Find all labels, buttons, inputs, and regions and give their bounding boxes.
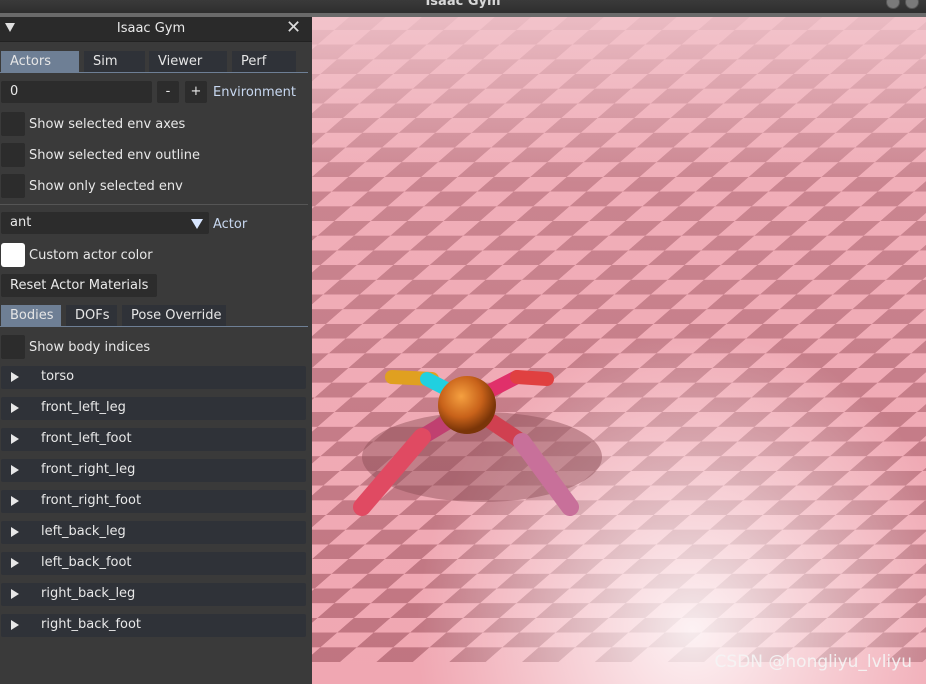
- chevron-down-icon[interactable]: [191, 219, 203, 229]
- tree-item-front-right-leg[interactable]: front_right_leg: [1, 459, 306, 482]
- tree-item-left-back-foot[interactable]: left_back_foot: [1, 552, 306, 575]
- expand-arrow-icon[interactable]: [11, 434, 19, 444]
- tree-item-label: right_back_foot: [41, 617, 142, 632]
- tree-item-torso[interactable]: torso: [1, 366, 306, 389]
- show-body-indices-checkbox[interactable]: [1, 335, 25, 359]
- watermark: CSDN @hongliyu_lvliyu: [714, 652, 912, 672]
- show-only-env-checkbox[interactable]: [1, 174, 25, 198]
- panel-header: Isaac Gym ✕: [0, 17, 312, 42]
- tab-sim[interactable]: Sim: [84, 51, 145, 72]
- expand-arrow-icon[interactable]: [11, 496, 19, 506]
- tree-item-right-back-leg[interactable]: right_back_leg: [1, 583, 306, 606]
- tab-perf[interactable]: Perf: [232, 51, 296, 72]
- expand-arrow-icon[interactable]: [11, 403, 19, 413]
- tab-pose-override[interactable]: Pose Override: [122, 305, 226, 326]
- show-env-axes-checkbox[interactable]: [1, 112, 25, 136]
- tree-item-label: front_left_foot: [41, 431, 132, 446]
- tree-item-label: front_right_foot: [41, 493, 142, 508]
- reset-actor-materials-button[interactable]: Reset Actor Materials: [1, 274, 158, 297]
- expand-arrow-icon[interactable]: [11, 558, 19, 568]
- tab-viewer[interactable]: Viewer: [149, 51, 227, 72]
- show-env-axes-label: Show selected env axes: [29, 117, 186, 132]
- os-titlebar: Isaac Gym: [0, 0, 926, 13]
- environment-index-input[interactable]: 0: [1, 81, 152, 103]
- window-title: Isaac Gym: [425, 0, 501, 9]
- environment-increment-button[interactable]: +: [185, 81, 207, 103]
- tab-underline: [0, 72, 308, 73]
- viewport-3d[interactable]: CSDN @hongliyu_lvliyu: [312, 17, 926, 684]
- expand-arrow-icon[interactable]: [11, 465, 19, 475]
- expand-arrow-icon[interactable]: [11, 527, 19, 537]
- environment-label: Environment: [213, 85, 297, 100]
- expand-arrow-icon[interactable]: [11, 372, 19, 382]
- section-divider: [0, 204, 308, 205]
- isaac-gym-panel: Isaac Gym ✕ Actors Sim Viewer Perf 0 - +…: [0, 17, 312, 684]
- ground-plane: [312, 17, 926, 684]
- tree-item-label: right_back_leg: [41, 586, 136, 601]
- tree-item-front-right-foot[interactable]: front_right_foot: [1, 490, 306, 513]
- tree-item-label: left_back_foot: [41, 555, 132, 570]
- expand-arrow-icon[interactable]: [11, 620, 19, 630]
- panel-title: Isaac Gym: [116, 21, 186, 36]
- tree-item-label: torso: [41, 369, 75, 384]
- show-env-outline-label: Show selected env outline: [29, 148, 201, 163]
- tab-bodies[interactable]: Bodies: [1, 305, 61, 326]
- show-body-indices-label: Show body indices: [29, 340, 151, 355]
- show-only-env-label: Show only selected env: [29, 179, 183, 194]
- actor-label: Actor: [213, 217, 248, 232]
- actor-select[interactable]: ant: [1, 212, 209, 234]
- tab-dofs[interactable]: DOFs: [66, 305, 117, 326]
- tree-item-right-back-foot[interactable]: right_back_foot: [1, 614, 306, 637]
- expand-arrow-icon[interactable]: [11, 589, 19, 599]
- show-env-outline-checkbox[interactable]: [1, 143, 25, 167]
- tree-item-label: front_right_leg: [41, 462, 136, 477]
- tree-item-label: left_back_leg: [41, 524, 126, 539]
- custom-color-label: Custom actor color: [29, 248, 153, 263]
- close-icon[interactable]: ✕: [286, 18, 301, 38]
- environment-decrement-button[interactable]: -: [157, 81, 179, 103]
- tab-actors[interactable]: Actors: [1, 51, 79, 72]
- tree-item-label: front_left_leg: [41, 400, 126, 415]
- tree-item-left-back-leg[interactable]: left_back_leg: [1, 521, 306, 544]
- tree-item-front-left-leg[interactable]: front_left_leg: [1, 397, 306, 420]
- tree-item-front-left-foot[interactable]: front_left_foot: [1, 428, 306, 451]
- custom-color-swatch[interactable]: [1, 243, 25, 267]
- subtab-underline: [0, 326, 308, 327]
